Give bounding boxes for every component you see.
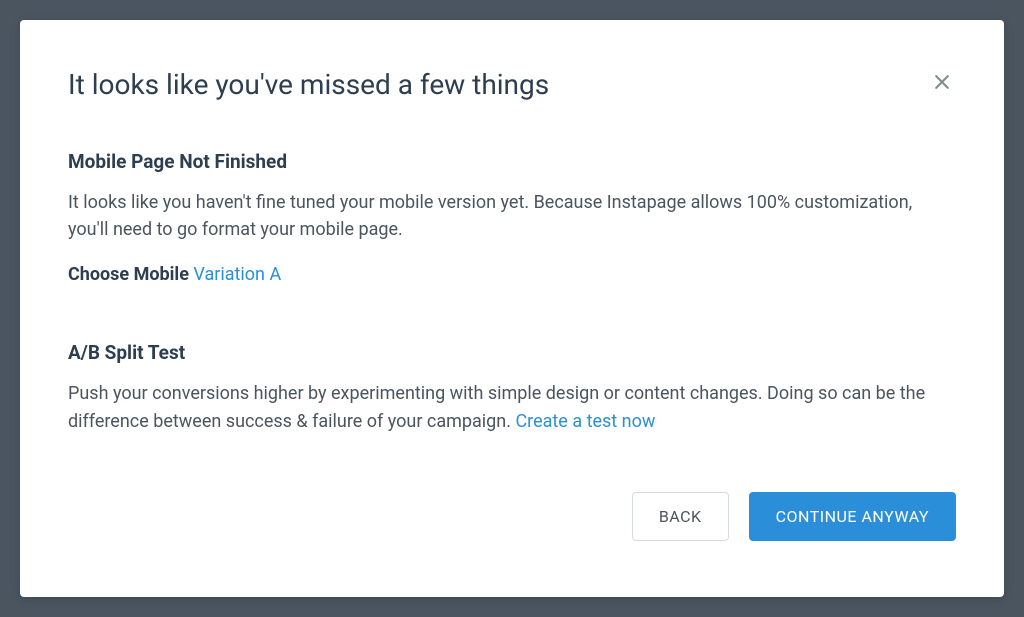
close-button[interactable] xyxy=(928,68,956,96)
abtest-section-title: A/B Split Test xyxy=(68,341,956,364)
mobile-section-title: Mobile Page Not Finished xyxy=(68,150,956,173)
create-test-link[interactable]: Create a test now xyxy=(515,411,655,432)
mobile-section-text: It looks like you haven't fine tuned you… xyxy=(68,189,956,245)
mobile-section: Mobile Page Not Finished It looks like y… xyxy=(68,150,956,286)
mobile-section-footer: Choose Mobile Variation A xyxy=(68,264,956,285)
abtest-section: A/B Split Test Push your conversions hig… xyxy=(68,341,956,436)
button-row: BACK CONTINUE ANYWAY xyxy=(68,492,956,541)
back-button[interactable]: BACK xyxy=(632,492,729,541)
choose-mobile-label: Choose Mobile xyxy=(68,264,193,285)
modal-title: It looks like you've missed a few things xyxy=(68,68,549,102)
abtest-section-text: Push your conversions higher by experime… xyxy=(68,380,956,436)
modal-dialog: It looks like you've missed a few things… xyxy=(20,20,1004,597)
variation-link[interactable]: Variation A xyxy=(193,264,281,285)
modal-header: It looks like you've missed a few things xyxy=(68,68,956,102)
continue-button[interactable]: CONTINUE ANYWAY xyxy=(749,492,956,541)
abtest-text-content: Push your conversions higher by experime… xyxy=(68,383,925,432)
close-icon xyxy=(932,72,952,92)
